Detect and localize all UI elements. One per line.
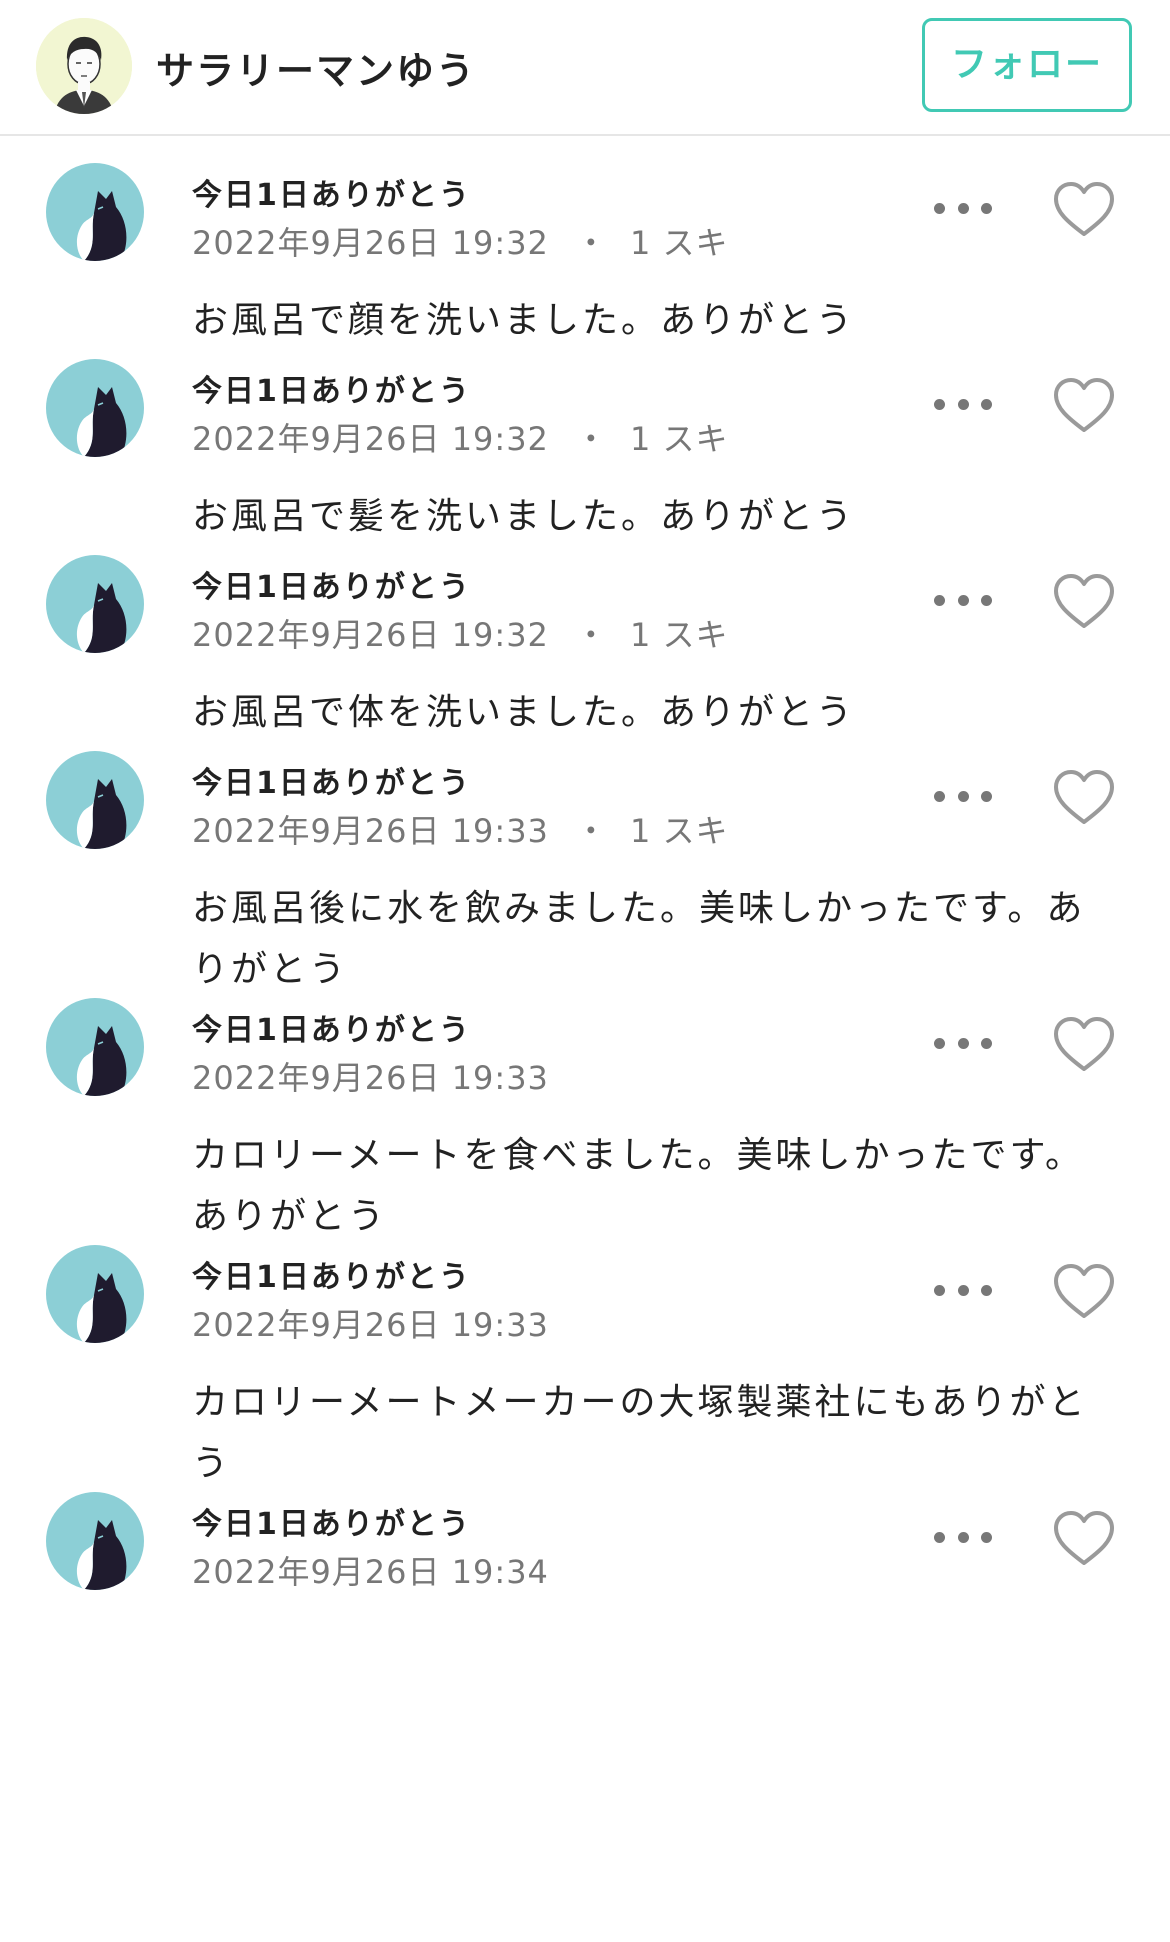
post-title[interactable]: 今日1日ありがとう bbox=[192, 366, 471, 410]
heart-icon[interactable] bbox=[1052, 572, 1116, 630]
meta-separator: ・ bbox=[574, 224, 608, 262]
meta-separator: ・ bbox=[574, 616, 608, 654]
post-item: 今日1日ありがとう 2022年9月26日 19:34 bbox=[0, 1465, 1170, 1615]
post-date: 2022年9月26日 19:34 bbox=[192, 1553, 549, 1591]
username[interactable]: サラリーマンゆう bbox=[156, 40, 476, 95]
post-avatar-cat-icon[interactable] bbox=[46, 163, 144, 261]
post-meta: 2022年9月26日 19:33 bbox=[192, 1053, 549, 1099]
cat-icon bbox=[46, 751, 144, 849]
post-meta: 2022年9月26日 19:32 ・ 1 スキ bbox=[192, 218, 728, 264]
post-title[interactable]: 今日1日ありがとう bbox=[192, 1499, 471, 1543]
post-meta: 2022年9月26日 19:32 ・ 1 スキ bbox=[192, 414, 728, 460]
profile-header: サラリーマンゆう フォロー bbox=[0, 0, 1170, 136]
post-date: 2022年9月26日 19:32 bbox=[192, 616, 549, 654]
post-date: 2022年9月26日 19:33 bbox=[192, 1306, 549, 1344]
post-meta: 2022年9月26日 19:33 ・ 1 スキ bbox=[192, 806, 728, 852]
post-date: 2022年9月26日 19:32 bbox=[192, 420, 549, 458]
more-options-icon[interactable] bbox=[934, 1031, 992, 1055]
more-options-icon[interactable] bbox=[934, 196, 992, 220]
post-item: 今日1日ありがとう 2022年9月26日 19:32 ・ 1 スキ お風呂で顔を洗い… bbox=[0, 136, 1170, 341]
post-feed: 今日1日ありがとう 2022年9月26日 19:32 ・ 1 スキ お風呂で顔を洗い… bbox=[0, 136, 1170, 1615]
post-title[interactable]: 今日1日ありがとう bbox=[192, 170, 471, 214]
post-avatar-cat-icon[interactable] bbox=[46, 359, 144, 457]
like-count[interactable]: 1 スキ bbox=[630, 616, 729, 654]
heart-icon[interactable] bbox=[1052, 1262, 1116, 1320]
post-meta: 2022年9月26日 19:32 ・ 1 スキ bbox=[192, 610, 728, 656]
post-avatar-cat-icon[interactable] bbox=[46, 1492, 144, 1590]
cat-icon bbox=[46, 163, 144, 261]
heart-icon[interactable] bbox=[1052, 768, 1116, 826]
heart-icon[interactable] bbox=[1052, 180, 1116, 238]
more-options-icon[interactable] bbox=[934, 392, 992, 416]
post-item: 今日1日ありがとう 2022年9月26日 19:33 カロリーメートを食べました… bbox=[0, 971, 1170, 1237]
post-meta: 2022年9月26日 19:33 bbox=[192, 1300, 549, 1346]
like-count[interactable]: 1 スキ bbox=[630, 224, 729, 262]
user-avatar-illustration bbox=[36, 18, 132, 114]
post-avatar-cat-icon[interactable] bbox=[46, 751, 144, 849]
post-title[interactable]: 今日1日ありがとう bbox=[192, 1005, 471, 1049]
more-options-icon[interactable] bbox=[934, 784, 992, 808]
heart-icon[interactable] bbox=[1052, 1509, 1116, 1567]
like-count[interactable]: 1 スキ bbox=[630, 420, 729, 458]
cat-icon bbox=[46, 1492, 144, 1590]
more-options-icon[interactable] bbox=[934, 1525, 992, 1549]
post-item: 今日1日ありがとう 2022年9月26日 19:32 ・ 1 スキ お風呂で髪を洗い… bbox=[0, 332, 1170, 537]
post-item: 今日1日ありがとう 2022年9月26日 19:32 ・ 1 スキ お風呂で体を洗い… bbox=[0, 528, 1170, 733]
more-options-icon[interactable] bbox=[934, 1278, 992, 1302]
meta-separator: ・ bbox=[574, 420, 608, 458]
post-title[interactable]: 今日1日ありがとう bbox=[192, 562, 471, 606]
cat-icon bbox=[46, 1245, 144, 1343]
cat-icon bbox=[46, 555, 144, 653]
post-date: 2022年9月26日 19:33 bbox=[192, 812, 549, 850]
user-avatar[interactable] bbox=[36, 18, 132, 114]
post-meta: 2022年9月26日 19:34 bbox=[192, 1547, 549, 1593]
post-avatar-cat-icon[interactable] bbox=[46, 1245, 144, 1343]
post-avatar-cat-icon[interactable] bbox=[46, 998, 144, 1096]
heart-icon[interactable] bbox=[1052, 1015, 1116, 1073]
post-item: 今日1日ありがとう 2022年9月26日 19:33 カロリーメートメーカーの大… bbox=[0, 1218, 1170, 1484]
follow-button[interactable]: フォロー bbox=[922, 18, 1132, 112]
cat-icon bbox=[46, 359, 144, 457]
post-date: 2022年9月26日 19:32 bbox=[192, 224, 549, 262]
more-options-icon[interactable] bbox=[934, 588, 992, 612]
post-date: 2022年9月26日 19:33 bbox=[192, 1059, 549, 1097]
heart-icon[interactable] bbox=[1052, 376, 1116, 434]
cat-icon bbox=[46, 998, 144, 1096]
like-count[interactable]: 1 スキ bbox=[630, 812, 729, 850]
post-avatar-cat-icon[interactable] bbox=[46, 555, 144, 653]
post-title[interactable]: 今日1日ありがとう bbox=[192, 1252, 471, 1296]
post-title[interactable]: 今日1日ありがとう bbox=[192, 758, 471, 802]
meta-separator: ・ bbox=[574, 812, 608, 850]
post-item: 今日1日ありがとう 2022年9月26日 19:33 ・ 1 スキ お風呂後に水を飲… bbox=[0, 724, 1170, 990]
